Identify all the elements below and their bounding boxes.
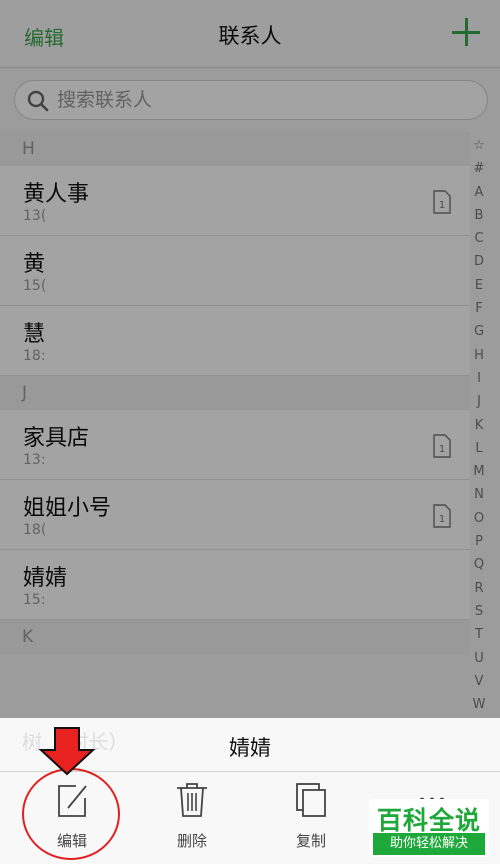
annotation-circle — [22, 768, 120, 860]
watermark-main-text: 百科全说 — [376, 806, 481, 835]
delete-label: 删除 — [176, 832, 207, 850]
watermark-sub-text: 助你轻松解决 — [373, 833, 485, 855]
annotation-arrow-icon — [38, 727, 96, 776]
trash-icon — [177, 783, 207, 817]
copy-label: 复制 — [295, 832, 326, 850]
copy-contact-button[interactable]: 复制 — [266, 782, 356, 858]
delete-contact-button[interactable]: 删除 — [147, 782, 237, 858]
watermark-logo: 百科全说 助你轻松解决 — [369, 799, 489, 857]
copy-icon — [296, 783, 326, 817]
